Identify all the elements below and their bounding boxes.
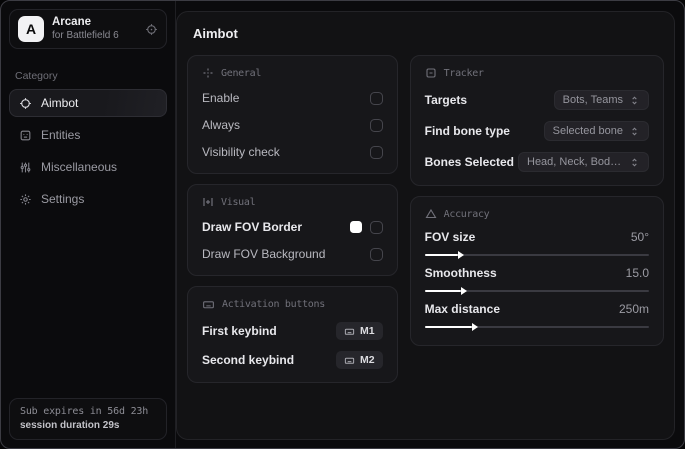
main-panel: Aimbot General Enable Always Visibility …	[176, 11, 675, 440]
sidebar-item-aimbot[interactable]: Aimbot	[9, 89, 167, 117]
row-label: Visibility check	[202, 145, 280, 159]
brand-subtitle: for Battlefield 6	[52, 30, 119, 42]
entities-icon	[19, 129, 32, 142]
general-card: General Enable Always Visibility check	[187, 55, 398, 174]
main-area: Aimbot General Enable Always Visibility …	[176, 1, 684, 448]
sub-expiry-text: Sub expires in 56d 23h	[20, 406, 149, 417]
draw-fov-background-checkbox[interactable]	[369, 247, 383, 261]
smoothness-slider[interactable]	[424, 287, 649, 295]
sidebar: A Arcane for Battlefield 6 Category Aimb…	[1, 1, 176, 448]
slider-value: 50°	[630, 230, 649, 244]
row-label: Enable	[202, 91, 240, 105]
slider-thumb[interactable]	[471, 323, 478, 331]
fov-border-color-swatch[interactable]	[349, 221, 362, 233]
triangle-icon	[425, 208, 437, 220]
tracker-card: Tracker Targets Bots, Teams Find bone ty…	[409, 55, 664, 186]
targets-select[interactable]: Bots, Teams	[553, 90, 649, 110]
toggle-row-enable: Enable	[202, 90, 383, 106]
select-value: Head, Neck, Body, Pe..	[527, 156, 623, 168]
always-checkbox[interactable]	[369, 118, 383, 132]
keybind-row-second: Second keybind M2	[202, 351, 383, 369]
sidebar-item-label: Miscellaneous	[41, 160, 118, 174]
subscription-info: Sub expires in 56d 23h session duration …	[9, 398, 167, 440]
card-title: General	[221, 67, 262, 79]
chevron-up-down-icon	[629, 126, 640, 137]
brand-logo: A	[18, 16, 44, 42]
first-keybind-button[interactable]: M1	[336, 322, 383, 340]
toggle-row-draw-fov-background: Draw FOV Background	[202, 246, 383, 262]
keyboard-icon	[344, 355, 355, 366]
visual-icon	[202, 196, 214, 208]
brand-name: Arcane	[52, 16, 91, 29]
row-label: Targets	[424, 93, 468, 107]
card-title: Accuracy	[443, 208, 490, 220]
select-row-targets: Targets Bots, Teams	[425, 90, 649, 110]
draw-fov-border-checkbox[interactable]	[369, 220, 383, 234]
keyboard-icon	[344, 326, 355, 337]
fov-size-slider[interactable]	[424, 251, 649, 259]
toggle-row-draw-fov-border: Draw FOV Border	[202, 219, 383, 235]
scan-crosshair-icon	[202, 67, 214, 79]
select-value: Bots, Teams	[562, 94, 623, 106]
sidebar-item-label: Settings	[41, 192, 85, 206]
slider-value: 250m	[618, 302, 649, 316]
keybind-value: M1	[360, 325, 375, 337]
slider-thumb[interactable]	[458, 251, 465, 259]
crosshair-icon	[19, 97, 32, 110]
sliders-icon	[19, 161, 32, 174]
slider-value: 15.0	[625, 266, 649, 280]
row-label: First keybind	[202, 324, 277, 338]
row-label: Draw FOV Background	[202, 247, 326, 261]
card-title: Visual	[221, 196, 256, 208]
accuracy-card: Accuracy FOV size 50° Smoothness 15.0 Ma…	[409, 196, 664, 346]
second-keybind-button[interactable]: M2	[336, 351, 383, 369]
card-title: Tracker	[443, 67, 484, 79]
visibility-check-checkbox[interactable]	[369, 145, 383, 159]
left-column: General Enable Always Visibility check V…	[187, 55, 398, 393]
sidebar-item-miscellaneous[interactable]: Miscellaneous	[9, 153, 167, 181]
row-label: Second keybind	[202, 353, 295, 367]
select-row-bones-selected: Bones Selected Head, Neck, Body, Pe..	[425, 152, 649, 172]
slider-row-fov-size: FOV size 50°	[424, 230, 649, 259]
row-label: Max distance	[424, 302, 500, 316]
sidebar-item-settings[interactable]: Settings	[9, 185, 167, 213]
brand-card: A Arcane for Battlefield 6	[9, 9, 167, 49]
row-label: FOV size	[424, 230, 476, 244]
chevron-up-down-icon	[629, 157, 640, 168]
visual-card: Visual Draw FOV Border Draw FOV Backgrou…	[187, 184, 398, 276]
select-value: Selected bone	[552, 125, 623, 137]
page-title: Aimbot	[193, 26, 238, 41]
keybind-row-first: First keybind M1	[202, 322, 383, 340]
select-row-find-bone-type: Find bone type Selected bone	[425, 121, 649, 141]
sidebar-item-label: Aimbot	[41, 96, 79, 110]
enable-checkbox[interactable]	[369, 91, 383, 105]
bones-selected-select[interactable]: Head, Neck, Body, Pe..	[518, 152, 649, 172]
row-label: Bones Selected	[424, 155, 514, 169]
row-label: Smoothness	[424, 266, 497, 280]
activation-buttons-card: Activation buttons First keybind M1 Seco…	[187, 286, 398, 383]
toggle-row-visibility-check: Visibility check	[202, 144, 383, 160]
app-window: A Arcane for Battlefield 6 Category Aimb…	[0, 0, 685, 449]
card-title: Activation buttons	[222, 299, 325, 310]
right-column: Tracker Targets Bots, Teams Find bone ty…	[409, 55, 664, 356]
slider-row-smoothness: Smoothness 15.0	[424, 266, 649, 295]
row-label: Always	[202, 118, 241, 132]
toggle-row-always: Always	[202, 117, 383, 133]
slider-row-max-distance: Max distance 250m	[424, 302, 649, 331]
find-bone-type-select[interactable]: Selected bone	[543, 121, 649, 141]
sidebar-item-label: Entities	[41, 128, 81, 142]
keyboard-icon	[202, 298, 215, 311]
slider-thumb[interactable]	[460, 287, 467, 295]
chevron-up-down-icon	[629, 95, 640, 106]
gear-icon	[19, 193, 32, 206]
category-label: Category	[15, 70, 58, 82]
sidebar-item-entities[interactable]: Entities	[9, 121, 167, 149]
tracker-icon	[425, 67, 437, 79]
row-label: Find bone type	[424, 124, 510, 138]
keybind-value: M2	[360, 354, 375, 366]
target-icon[interactable]	[145, 23, 158, 36]
row-label: Draw FOV Border	[202, 220, 303, 234]
session-duration-text: session duration 29s	[20, 420, 120, 431]
max-distance-slider[interactable]	[424, 323, 649, 331]
